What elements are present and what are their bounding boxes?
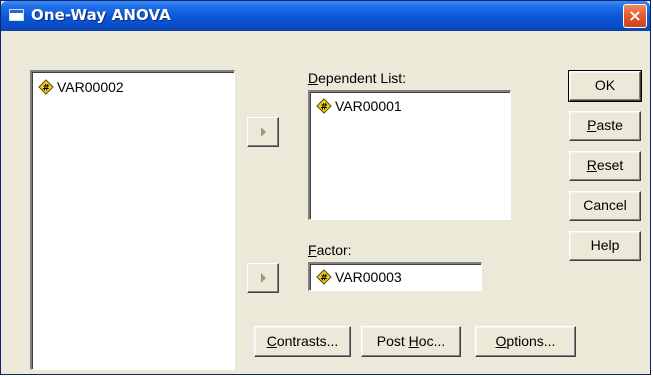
- move-to-factor-button[interactable]: [247, 263, 279, 293]
- dialog-body: # VAR00002 Dependent List: # VAR00001 Fa…: [4, 31, 647, 371]
- factor-field[interactable]: # VAR00003: [308, 262, 482, 291]
- svg-text:#: #: [320, 274, 328, 284]
- help-button[interactable]: Help: [569, 231, 641, 261]
- numeric-variable-icon: #: [38, 79, 54, 95]
- variable-name: VAR00003: [335, 269, 402, 285]
- window-title: One-Way ANOVA: [31, 6, 171, 24]
- post-hoc-button[interactable]: Post Hoc...: [361, 326, 461, 357]
- close-button[interactable]: ×: [623, 4, 647, 28]
- window-icon: [9, 9, 24, 21]
- contrasts-button[interactable]: Contrasts...: [254, 326, 351, 357]
- cancel-button[interactable]: Cancel: [569, 191, 641, 221]
- arrow-right-icon: [261, 273, 266, 283]
- dependent-list[interactable]: # VAR00001: [308, 90, 511, 220]
- reset-button[interactable]: Reset: [569, 151, 641, 181]
- numeric-variable-icon: #: [316, 98, 332, 114]
- variable-name: VAR00001: [335, 98, 402, 114]
- dependent-list-label: Dependent List:: [308, 70, 407, 86]
- ok-button[interactable]: OK: [568, 70, 642, 102]
- arrow-right-icon: [261, 127, 266, 137]
- paste-button[interactable]: Paste: [569, 111, 641, 141]
- options-button[interactable]: Options...: [475, 326, 576, 357]
- title-bar[interactable]: One-Way ANOVA ×: [1, 1, 650, 31]
- move-to-dependent-button[interactable]: [247, 117, 279, 147]
- svg-text:#: #: [42, 84, 50, 94]
- factor-value: # VAR00003: [316, 268, 402, 286]
- svg-text:#: #: [320, 103, 328, 113]
- numeric-variable-icon: #: [316, 269, 332, 285]
- one-way-anova-dialog: One-Way ANOVA × # VAR00002 Dependent Lis…: [0, 0, 651, 375]
- variable-name: VAR00002: [57, 79, 124, 95]
- list-item[interactable]: # VAR00002: [38, 78, 124, 96]
- source-variable-list[interactable]: # VAR00002: [30, 70, 235, 370]
- factor-label: Factor:: [308, 242, 352, 258]
- list-item[interactable]: # VAR00001: [316, 97, 402, 115]
